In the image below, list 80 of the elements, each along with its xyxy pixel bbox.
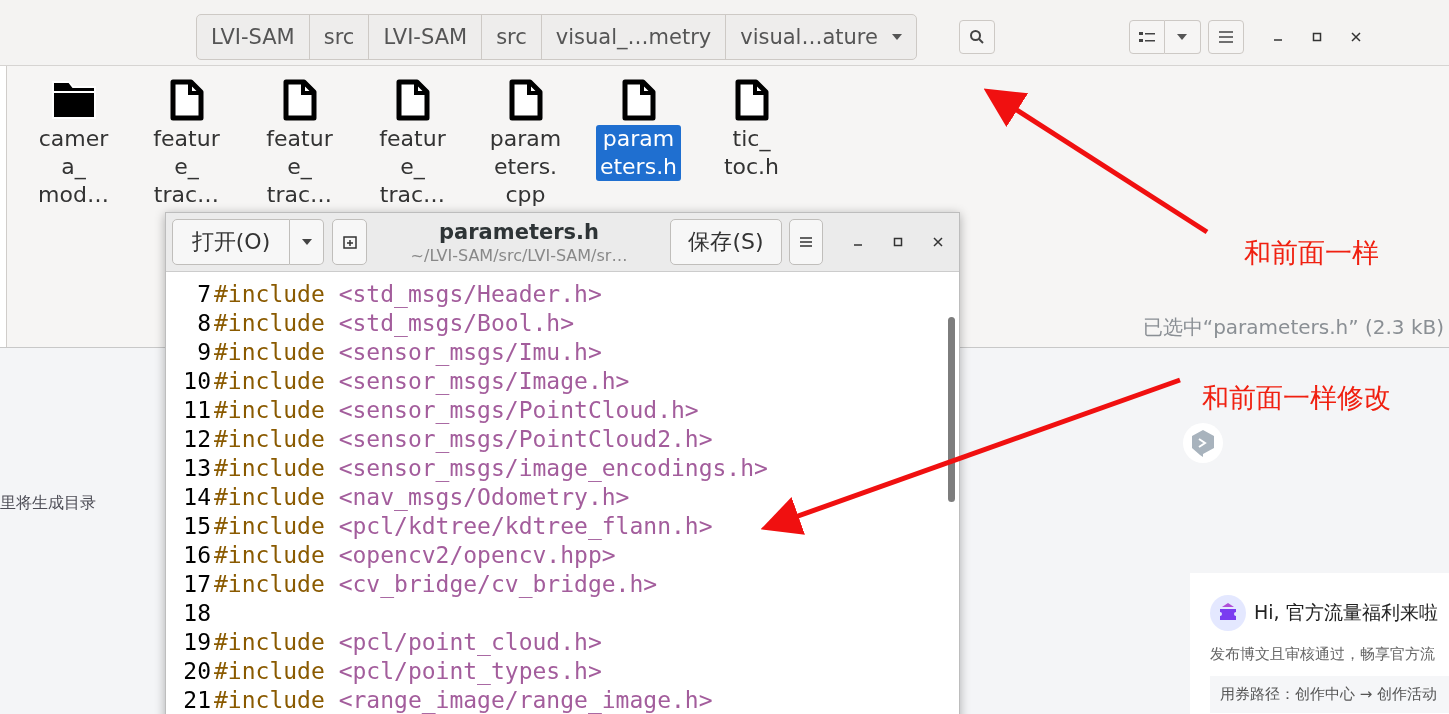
file-icon[interactable] [620,78,657,122]
line-number: 20 [182,657,212,684]
file-name[interactable]: featur e_ trac… [262,125,337,209]
code-line: #include <sensor_msgs/image_encodings.h> [214,454,768,481]
promo-title: Hi, 官方流量福利来啦 [1254,600,1438,625]
maximize-icon[interactable] [893,237,903,247]
code-line: #include <sensor_msgs/PointCloud.h> [214,396,699,423]
annotation: 和前面一样 [1244,236,1379,270]
code-line: #include <opencv2/opencv.hpp> [214,541,616,568]
window-title: parameters.h [438,219,600,244]
code-line: #include <nav_msgs/Odometry.h> [214,483,630,510]
maximize-icon[interactable] [1311,31,1322,42]
line-number: 11 [182,396,212,423]
toc-hint: 里将生成目录 [0,493,96,514]
file-name[interactable]: featur e_ trac… [149,125,224,209]
file-icon[interactable] [394,78,431,122]
search-button[interactable] [958,19,995,54]
status-text: 已选中“parameters.h” (2.3 kB) [1142,314,1444,341]
menu-icon [800,236,812,248]
line-number: 12 [182,425,212,452]
promo-text: 发布博文且审核通过，畅享官方流 [1210,645,1436,664]
open-button[interactable]: 打开(O) [172,219,290,265]
file-icon[interactable] [507,78,544,122]
code-line: #include <sensor_msgs/Image.h> [214,367,630,394]
line-number: 14 [182,483,212,510]
code-line: #include <pcl/point_types.h> [214,657,602,684]
code-line: #include <std_msgs/Header.h> [214,280,602,307]
line-number: 21 [182,686,212,713]
line-number: 18 [182,599,212,626]
line-number: 16 [182,541,212,568]
file-icon[interactable] [168,78,205,122]
path-segment[interactable]: LVI-SAM [197,14,310,59]
menu-icon [1218,30,1233,43]
file-icon[interactable] [733,78,770,122]
code-line: #include <std_msgs/Bool.h> [214,309,575,336]
file-name[interactable]: camer a_ mod… [34,125,113,209]
save-button[interactable]: 保存(S) [670,219,782,265]
menu-button[interactable] [789,219,823,265]
search-icon [968,28,985,45]
view-list-button[interactable] [1128,19,1165,54]
list-icon [1138,30,1155,43]
folder-icon[interactable] [50,78,97,122]
path-segment[interactable]: src [482,14,542,59]
caret-icon [301,239,312,245]
close-icon[interactable] [1350,31,1361,42]
scrollbar[interactable] [948,317,955,502]
file-name[interactable]: param eters. cpp [485,125,566,209]
code-line: #include <cv_bridge/cv_bridge.h> [214,570,658,597]
close-icon[interactable] [933,237,943,247]
menu-button[interactable] [1207,19,1244,54]
code-line: #include <sensor_msgs/PointCloud2.h> [214,425,713,452]
new-document-button[interactable] [332,219,367,265]
file-name[interactable]: tic_ toc.h [719,125,784,181]
path-segment[interactable]: src [309,14,370,59]
annotation: 和前面一样修改 [1202,381,1391,415]
file-path: ~/LVI-SAM/src/LVI-SAM/sr… [409,245,629,265]
file-name[interactable]: param eters.h [595,125,682,181]
path-segment[interactable]: LVI-SAM [369,14,483,59]
line-number: 15 [182,512,212,539]
code-line: #include <sensor_msgs/Imu.h> [214,338,602,365]
line-number: 7 [196,280,212,307]
plus-icon [342,235,357,249]
coupon-path: 用券路径：创作中心 → 创作活动 [1210,676,1449,713]
code-line: #include <range_image/range_image.h> [214,686,713,713]
line-number: 13 [182,454,212,481]
ticket-icon [1210,595,1246,631]
line-number: 9 [196,338,212,365]
line-number: 17 [182,570,212,597]
caret-icon [891,33,902,40]
line-number: 10 [182,367,212,394]
file-name[interactable]: featur e_ trac… [375,125,450,209]
line-number: 8 [196,309,212,336]
code-line: #include <pcl/point_cloud.h> [214,628,602,655]
path-segment[interactable]: visual_…metry [541,14,727,59]
line-number: 19 [182,628,212,655]
view-options-button[interactable] [1164,19,1201,54]
code-line: #include <pcl/kdtree/kdtree_flann.h> [214,512,713,539]
path-segment[interactable]: visual…ature [726,14,916,59]
caret-icon [1177,33,1188,40]
file-icon[interactable] [281,78,318,122]
